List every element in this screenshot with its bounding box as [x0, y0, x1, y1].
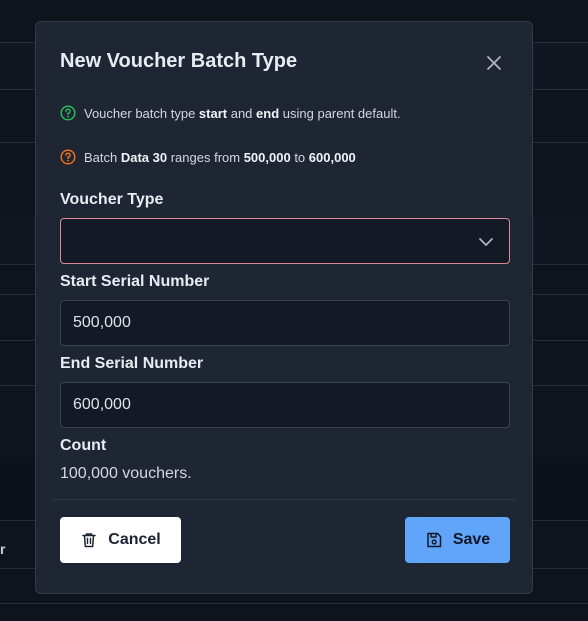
info-text-part: and	[227, 105, 257, 121]
start-serial-number-input[interactable]	[60, 300, 510, 346]
end-serial-number-input[interactable]	[60, 382, 510, 428]
save-button-label: Save	[452, 531, 491, 548]
close-button[interactable]	[483, 52, 505, 74]
chevron-down-icon	[479, 238, 493, 246]
voucher-type-label: Voucher Type	[60, 191, 164, 208]
footer-divider	[53, 499, 515, 500]
save-button[interactable]: Save	[405, 517, 510, 563]
info-text-bold: end	[256, 105, 280, 121]
cancel-button-label: Cancel	[108, 531, 161, 548]
info-text-part: to	[290, 149, 309, 165]
info-text-part: ranges from	[167, 149, 244, 165]
start-serial-number-label: Start Serial Number	[60, 273, 210, 290]
count-value: 100,000 vouchers.	[60, 465, 192, 482]
close-icon	[487, 56, 501, 70]
info-text: Voucher batch type start and end using p…	[84, 106, 401, 121]
background-divider	[0, 603, 588, 604]
info-message-range: Batch Data 30 ranges from 500,000 to 600…	[60, 149, 356, 165]
count-label: Count	[60, 437, 107, 454]
info-text-part: using parent default.	[279, 105, 401, 121]
info-text-part: Voucher batch type	[84, 105, 199, 121]
dialog-title: New Voucher Batch Type	[60, 50, 298, 72]
save-icon	[425, 531, 443, 549]
info-message-defaults: Voucher batch type start and end using p…	[60, 105, 401, 121]
background-column-header: r	[0, 541, 6, 557]
check-circle-question-icon	[60, 105, 76, 121]
voucher-type-select[interactable]	[60, 218, 510, 264]
info-text-part: Batch	[84, 149, 121, 165]
end-serial-number-label: End Serial Number	[60, 355, 204, 372]
trash-icon	[80, 531, 98, 549]
question-circle-icon	[60, 149, 76, 165]
info-text-bold: 500,000	[243, 149, 291, 165]
info-text-bold: start	[198, 105, 228, 121]
cancel-button[interactable]: Cancel	[60, 517, 181, 563]
info-text-bold: 600,000	[308, 149, 356, 165]
info-text: Batch Data 30 ranges from 500,000 to 600…	[84, 150, 356, 165]
new-voucher-batch-type-dialog: New Voucher Batch Type Voucher batch typ…	[35, 21, 533, 594]
info-text-bold: Data 30	[120, 149, 168, 165]
